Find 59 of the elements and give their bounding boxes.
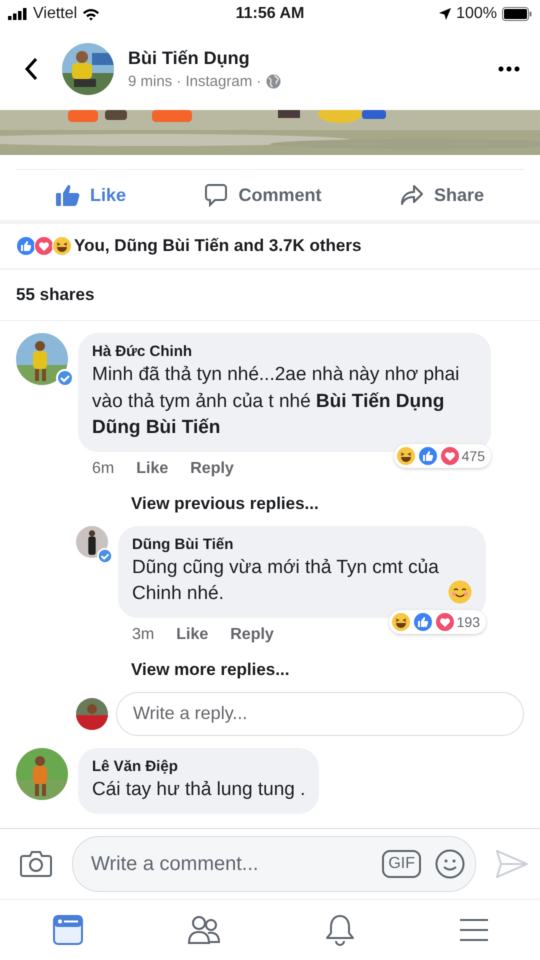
comment-text: Dũng cũng vừa mới thả Tyn cmt của Chinh nhé. xyxy=(132,556,440,606)
comment-time: 6m xyxy=(92,460,114,478)
location-arrow-icon xyxy=(439,8,452,20)
smiling-face-icon xyxy=(448,580,472,604)
commenter-name[interactable]: Dũng Bùi Tiến xyxy=(132,536,472,553)
menu-icon xyxy=(460,918,488,942)
action-button[interactable]: Share xyxy=(400,184,484,206)
like-reaction-icon xyxy=(418,446,438,466)
people-icon xyxy=(188,915,220,945)
clock-time: 11:56 AM xyxy=(236,5,304,23)
share-arrow-icon xyxy=(400,184,424,206)
commenter-name[interactable]: Lê Văn Điệp xyxy=(92,758,306,775)
love-reaction-icon xyxy=(434,612,455,632)
comment-text: Cái tay hư thả lung tung . xyxy=(92,778,306,802)
comment-field[interactable]: Write a comment... GIF xyxy=(72,836,476,892)
verified-badge-icon xyxy=(97,548,113,564)
comment-text: Minh đã thả tyn nhé...2ae nhà này nhơ phai vào thả tym ảnh của t nhé Bùi Tiến Dụng Dũng Bùi Tiến xyxy=(92,363,460,440)
wifi-icon xyxy=(82,8,100,20)
like-reaction-icon xyxy=(16,236,36,256)
battery-icon xyxy=(502,7,532,21)
reaction-count: 193 xyxy=(456,614,480,630)
view-previous-replies-link[interactable]: View previous replies... xyxy=(131,494,319,513)
signal-icon xyxy=(8,8,28,20)
post-meta: 9 mins · Instagram · xyxy=(128,73,262,90)
carrier-name: Viettel xyxy=(33,5,78,23)
reaction-summary[interactable]: You, Dũng Bùi Tiến and 3.7K others xyxy=(74,236,362,256)
smiley-icon[interactable] xyxy=(435,849,465,879)
thumbs-up-icon xyxy=(56,184,80,206)
haha-reaction-icon xyxy=(52,236,72,256)
commenter-name[interactable]: Hà Đức Chinh xyxy=(92,343,477,360)
view-more-replies-link[interactable]: View more replies... xyxy=(131,660,290,679)
back-icon[interactable] xyxy=(24,57,38,81)
camera-icon[interactable] xyxy=(20,850,52,878)
gif-button[interactable]: GIF xyxy=(382,850,421,878)
shares-count[interactable]: 55 shares xyxy=(16,285,94,305)
more-icon[interactable] xyxy=(498,66,520,72)
love-reaction-icon xyxy=(440,446,460,466)
reaction-pill[interactable]: 193 xyxy=(388,610,486,634)
reaction-pill[interactable]: 475 xyxy=(394,444,491,468)
reply-link[interactable]: Reply xyxy=(190,460,234,478)
haha-reaction-icon xyxy=(396,446,416,466)
action-button[interactable]: Like xyxy=(56,184,126,206)
battery-percent: 100% xyxy=(456,5,497,23)
like-link[interactable]: Like xyxy=(176,626,208,644)
speech-bubble-icon xyxy=(204,183,228,207)
love-reaction-icon xyxy=(34,236,54,256)
globe-icon xyxy=(266,74,282,89)
bell-icon xyxy=(324,914,354,946)
reply-link[interactable]: Reply xyxy=(230,626,274,644)
reaction-count: 475 xyxy=(462,448,485,464)
author-name[interactable]: Bùi Tiến Dụng xyxy=(128,48,484,69)
like-link[interactable]: Like xyxy=(136,460,168,478)
comment-time: 3m xyxy=(132,626,154,644)
news-feed-icon xyxy=(52,915,82,945)
reply-field[interactable]: Write a reply... xyxy=(116,692,524,736)
verified-badge-icon xyxy=(56,369,74,387)
haha-reaction-icon xyxy=(390,612,411,632)
action-button[interactable]: Comment xyxy=(204,183,322,207)
like-reaction-icon xyxy=(412,612,433,632)
